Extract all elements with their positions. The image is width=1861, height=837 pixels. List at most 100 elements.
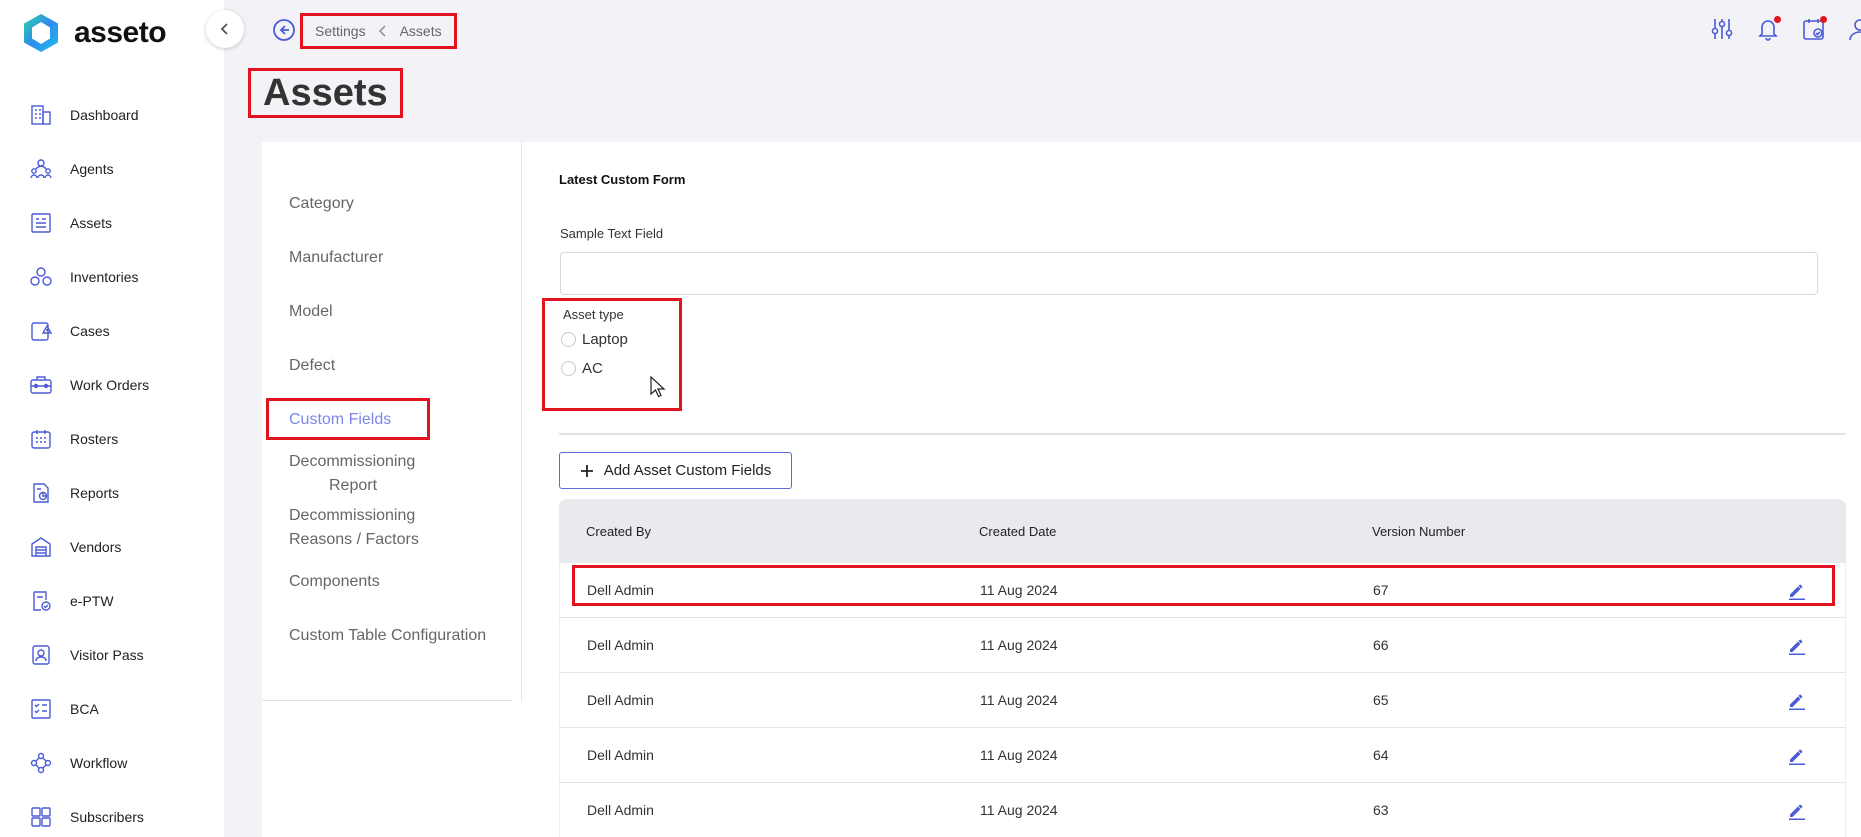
task-calendar-icon[interactable] (1801, 16, 1827, 42)
sidebar-item-workflow[interactable]: Workflow (0, 736, 224, 790)
cell-created-date: 11 Aug 2024 (980, 802, 1058, 818)
logo[interactable]: asseto (20, 12, 167, 54)
radio-button[interactable] (561, 361, 576, 376)
sidebar-item-label: Inventories (70, 269, 139, 285)
cell-created-by: Dell Admin (587, 747, 654, 763)
sidebar-item-work-orders[interactable]: Work Orders (0, 358, 224, 412)
eptw-icon (28, 588, 54, 614)
sidebar-item-label: Subscribers (70, 809, 144, 825)
dashboard-icon (28, 102, 54, 128)
table-row[interactable]: Dell Admin 11 Aug 2024 66 (559, 618, 1846, 673)
menu-item-category[interactable]: Category (289, 192, 354, 216)
menu-item-model[interactable]: Model (289, 300, 333, 324)
breadcrumb-settings[interactable]: Settings (315, 23, 366, 39)
cell-created-by: Dell Admin (587, 637, 654, 653)
cell-created-by: Dell Admin (587, 582, 654, 598)
sidebar-item-rosters[interactable]: Rosters (0, 412, 224, 466)
menu-item-decommissioning-reasons[interactable]: Decommissioning Reasons / Factors (289, 504, 419, 552)
add-button-label: Add Asset Custom Fields (603, 462, 772, 479)
radio-label: Laptop (582, 331, 628, 348)
sidebar-item-label: Assets (70, 215, 113, 231)
sidebar-item-visitor-pass[interactable]: Visitor Pass (0, 628, 224, 682)
sample-text-field-label: Sample Text Field (560, 226, 664, 241)
cell-version-number: 64 (1373, 747, 1389, 763)
collapse-sidebar-button[interactable] (206, 10, 244, 48)
asseto-logo-icon (24, 14, 58, 52)
sidebar-item-inventories[interactable]: Inventories (0, 250, 224, 304)
menu-item-custom-table-configuration[interactable]: Custom Table Configuration (289, 624, 486, 648)
table-row[interactable]: Dell Admin 11 Aug 2024 65 (559, 673, 1846, 728)
menu-item-defect[interactable]: Defect (289, 354, 335, 378)
sample-text-field[interactable] (560, 252, 1818, 295)
settings-menu: Category Manufacturer Model Defect Custo… (262, 142, 522, 702)
sidebar-item-assets[interactable]: Assets (0, 196, 224, 250)
table-row[interactable]: Dell Admin 11 Aug 2024 64 (559, 728, 1846, 783)
plus-icon (580, 464, 593, 477)
edit-pencil-icon[interactable] (1787, 745, 1807, 765)
sidebar-item-subscribers[interactable]: Subscribers (0, 790, 224, 837)
versions-table: Created By Created Date Version Number D… (559, 499, 1846, 837)
notification-bell-icon[interactable] (1755, 16, 1781, 42)
sidebar-nav: Dashboard Agents Assets Inventories Case… (0, 88, 224, 837)
filters-icon[interactable] (1709, 16, 1735, 42)
cell-created-date: 11 Aug 2024 (980, 637, 1058, 653)
radio-laptop[interactable]: Laptop (561, 331, 628, 348)
edit-pencil-icon[interactable] (1787, 580, 1807, 600)
cell-created-by: Dell Admin (587, 692, 654, 708)
menu-item-decommissioning-report[interactable]: Decommissioning Report (289, 450, 415, 498)
sidebar-item-label: Visitor Pass (70, 647, 144, 663)
radio-label: AC (582, 360, 603, 377)
chevron-left-icon (378, 25, 386, 37)
cell-version-number: 65 (1373, 692, 1389, 708)
cell-version-number: 63 (1373, 802, 1389, 818)
visitor-pass-icon (28, 642, 54, 668)
sidebar-item-bca[interactable]: BCA (0, 682, 224, 736)
sidebar-item-label: Dashboard (70, 107, 139, 123)
sidebar-item-dashboard[interactable]: Dashboard (0, 88, 224, 142)
radio-ac[interactable]: AC (561, 360, 603, 377)
sidebar-item-label: Reports (70, 485, 120, 501)
header-created-date[interactable]: Created Date (979, 524, 1056, 539)
reports-icon (28, 480, 54, 506)
radio-button[interactable] (561, 332, 576, 347)
breadcrumb-current: Assets (399, 23, 442, 39)
breadcrumb: Settings Assets (300, 13, 457, 49)
work-orders-icon (28, 372, 54, 398)
settings-card: Category Manufacturer Model Defect Custo… (262, 142, 1861, 837)
menu-item-components[interactable]: Components (289, 570, 380, 594)
sidebar-item-label: e-PTW (70, 593, 114, 609)
table-row[interactable]: Dell Admin 11 Aug 2024 63 (559, 783, 1846, 837)
menu-item-custom-fields[interactable]: Custom Fields (289, 408, 391, 432)
sidebar: asseto Dashboard Agents Assets Inventori… (0, 0, 224, 837)
edit-pencil-icon[interactable] (1787, 690, 1807, 710)
edit-pencil-icon[interactable] (1787, 635, 1807, 655)
sidebar-item-eptw[interactable]: e-PTW (0, 574, 224, 628)
cell-created-by: Dell Admin (587, 802, 654, 818)
sidebar-item-label: Vendors (70, 539, 122, 555)
asset-type-label: Asset type (563, 307, 624, 322)
sidebar-item-agents[interactable]: Agents (0, 142, 224, 196)
chevron-left-icon (220, 23, 228, 35)
mouse-cursor-icon (650, 376, 666, 398)
inventories-icon (28, 264, 54, 290)
menu-item-label: Reasons / Factors (289, 531, 419, 548)
sidebar-item-vendors[interactable]: Vendors (0, 520, 224, 574)
sidebar-item-reports[interactable]: Reports (0, 466, 224, 520)
cell-created-date: 11 Aug 2024 (980, 582, 1058, 598)
add-asset-custom-fields-button[interactable]: Add Asset Custom Fields (559, 452, 792, 489)
edit-pencil-icon[interactable] (1787, 800, 1807, 820)
sidebar-item-cases[interactable]: Cases (0, 304, 224, 358)
cell-version-number: 66 (1373, 637, 1389, 653)
form-divider (559, 433, 1846, 435)
table-row[interactable]: Dell Admin 11 Aug 2024 67 (559, 563, 1846, 618)
back-arrow-icon[interactable] (272, 18, 296, 42)
sidebar-item-label: Cases (70, 323, 110, 339)
menu-item-manufacturer[interactable]: Manufacturer (289, 246, 383, 270)
app-name: asseto (74, 16, 167, 49)
user-profile-icon[interactable] (1847, 16, 1861, 42)
menu-item-label: Decommissioning (289, 507, 416, 524)
agents-icon (28, 156, 54, 182)
cases-icon (28, 318, 54, 344)
header-created-by[interactable]: Created By (586, 524, 651, 539)
header-version-number[interactable]: Version Number (1372, 524, 1465, 539)
